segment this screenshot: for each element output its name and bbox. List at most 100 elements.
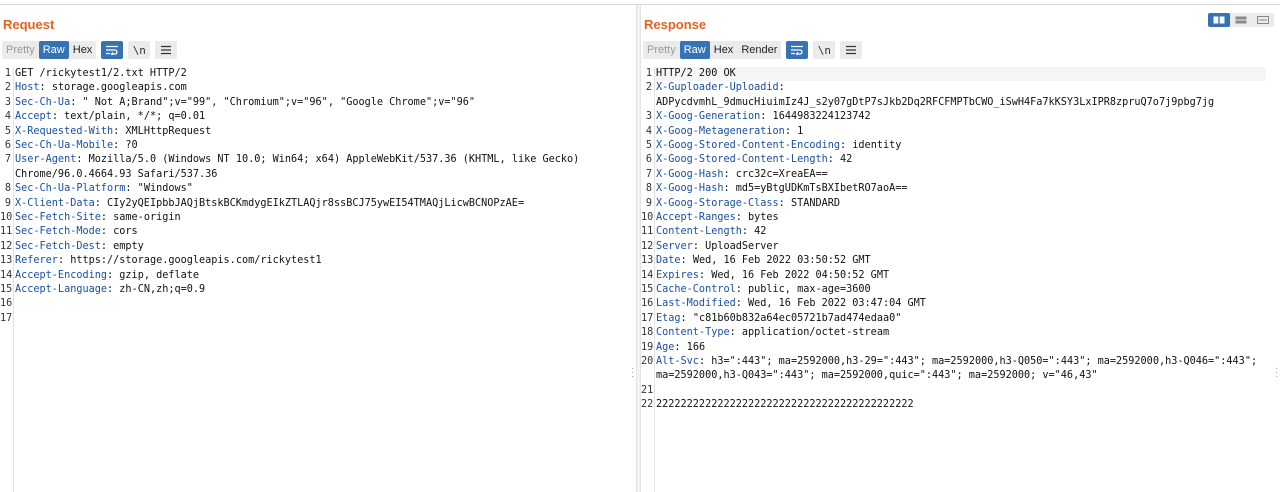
response-show-newlines-button[interactable]: \n (813, 41, 836, 59)
wrap-lines-icon (106, 45, 119, 55)
line-number: 9 (4, 197, 11, 209)
request-tab-hex[interactable]: Hex (69, 41, 97, 59)
header-colon: : (778, 82, 785, 94)
current-line-highlight (655, 67, 1266, 81)
line-number: 19 (641, 341, 654, 353)
response-tab-hex[interactable]: Hex (710, 41, 738, 59)
line-number: 15 (641, 284, 654, 295)
request-line: 14 Accept-Encoding: gzip, deflate (0, 269, 199, 283)
line-number: 10 (641, 212, 654, 223)
response-title: Response (644, 17, 707, 32)
request-show-newlines-button[interactable]: \n (128, 41, 151, 59)
request-line: 4 Accept: text/plain, */*; q=0.01 (0, 110, 205, 124)
line-number: 1 (4, 68, 11, 79)
line-text: ADPycdvmhL_9dmucHiuimIz4J_s2y07gDtP7sJkb… (656, 96, 1215, 108)
line-number: 7 (4, 154, 11, 166)
request-menu-button[interactable] (155, 41, 178, 59)
line-number: 2 (4, 82, 11, 94)
line-number: 12 (641, 240, 654, 252)
request-tab-raw[interactable]: Raw (38, 41, 69, 59)
request-line: 11 Sec-Fetch-Mode: cors (0, 225, 138, 239)
header-name: X-Goog-Hash (656, 183, 724, 195)
header-value: ?0 (119, 140, 138, 151)
single-pane-layout-button[interactable] (1252, 13, 1274, 27)
request-line: 16 (0, 297, 15, 311)
line-number: 18 (641, 327, 654, 339)
response-line: ma=2592000,h3-Q043=":443"; ma=2592000,qu… (641, 369, 1098, 383)
response-menu-button[interactable] (840, 41, 863, 59)
request-line: 17 (0, 312, 15, 326)
response-tab-pretty[interactable]: Pretty (643, 41, 680, 59)
response-line: 7 X-Goog-Hash: crc32c=XreaEA== (641, 168, 828, 182)
line-number: 15 (0, 284, 13, 295)
request-title: Request (3, 17, 55, 32)
header-value: XMLHttpRequest (119, 125, 212, 137)
header-name: Accept (15, 111, 52, 123)
header-name: X-Client-Data (15, 197, 95, 209)
header-value: " Not A;Brand";v="99", "Chromium";v="96"… (76, 96, 476, 108)
response-line: 4 X-Goog-Metageneration: 1 (641, 125, 803, 139)
response-pane: Response Pretty Raw Hex Render \n 1 HTTP… (641, 5, 1280, 492)
request-tab-pretty[interactable]: Pretty (2, 41, 39, 59)
line-number: 4 (645, 125, 652, 137)
side-by-side-layout-button[interactable] (1208, 13, 1230, 27)
line-number: 3 (645, 111, 652, 123)
wrap-lines-icon (791, 45, 804, 55)
request-resize-grip-icon[interactable]: · · · (631, 364, 634, 382)
response-line: 8 X-Goog-Hash: md5=yBtgUDKmTsBXIbetRO7aoA… (641, 182, 908, 196)
response-line: 6 X-Goog-Stored-Content-Length: 42 (641, 153, 852, 167)
response-editor[interactable]: 1 HTTP/2 200 OK 2 X-Guploader-Uploadid: ADPy… (641, 67, 1280, 492)
line-number: 22 (641, 399, 654, 411)
header-name: X-Requested-With (15, 125, 114, 137)
header-value: https://storage.googleapis.com/rickytest… (64, 255, 322, 267)
response-tab-render[interactable]: Render (737, 41, 781, 59)
line-number: 1 (645, 68, 652, 79)
header-name: X-Guploader-Uploadid (656, 82, 779, 94)
response-tab-raw[interactable]: Raw (679, 41, 710, 59)
layout-toggle (1208, 13, 1274, 27)
header-name: Sec-Fetch-Dest (15, 240, 101, 252)
response-resize-grip-icon[interactable]: · · · (1275, 364, 1278, 382)
line-number: 2 (645, 82, 652, 94)
hamburger-menu-icon (161, 45, 172, 55)
response-line: 17 Etag: "c81b60b832a64ec05721b7ad474edaa… (641, 312, 901, 326)
line-text: GET /rickytest1/2.txt HTTP/2 (15, 68, 187, 79)
header-name: Sec-Fetch-Site (15, 212, 101, 223)
header-value: 42 (748, 226, 767, 238)
header-value: 1 (790, 125, 804, 137)
stacked-layout-button[interactable] (1230, 13, 1252, 27)
response-wrap-lines-button[interactable] (786, 41, 809, 59)
header-value: cors (107, 226, 138, 238)
request-editor[interactable]: 1 GET /rickytest1/2.txt HTTP/2 2 Host: stor… (0, 67, 636, 492)
line-number: 16 (641, 298, 654, 310)
request-line: 12 Sec-Fetch-Dest: empty (0, 240, 144, 254)
line-number (641, 369, 656, 383)
request-line: 8 Sec-Ch-Ua-Platform: "Windows" (0, 182, 193, 196)
line-number: 13 (641, 255, 654, 267)
line-text: Chrome/96.0.4664.93 Safari/537.36 (15, 168, 218, 180)
response-line: ADPycdvmhL_9dmucHiuimIz4J_s2y07gDtP7sJkb… (641, 96, 1214, 110)
header-name: Sec-Ch-Ua-Platform (15, 183, 126, 195)
header-value: Wed, 16 Feb 2022 04:50:52 GMT (705, 269, 890, 281)
line-number: 17 (641, 312, 654, 324)
request-view-tabs: Pretty Raw Hex (2, 41, 97, 59)
header-name: Sec-Ch-Ua (15, 96, 71, 108)
single-pane-layout-icon (1257, 16, 1269, 24)
header-name: Date (656, 255, 681, 267)
header-value: h3=":443"; ma=2592000,h3-29=":443"; ma=2… (705, 356, 1258, 367)
request-line: 10 Sec-Fetch-Site: same-origin (0, 211, 181, 225)
line-number: 4 (4, 111, 11, 123)
request-wrap-lines-button[interactable] (101, 41, 124, 59)
response-line: 18 Content-Type: application/octet-stream (641, 326, 889, 340)
line-number: 5 (4, 125, 11, 137)
header-name: Age (656, 341, 675, 353)
stacked-layout-icon (1235, 16, 1247, 24)
header-value: bytes (741, 212, 779, 223)
header-value: gzip, deflate (113, 269, 200, 281)
line-number: 3 (4, 96, 11, 108)
header-name: Content-Length (656, 226, 742, 238)
response-line: 22 22222222222222222222222222222222222222… (641, 398, 914, 412)
header-name: Host (15, 82, 40, 94)
header-name: Etag (656, 312, 681, 324)
line-number: 20 (641, 356, 654, 367)
